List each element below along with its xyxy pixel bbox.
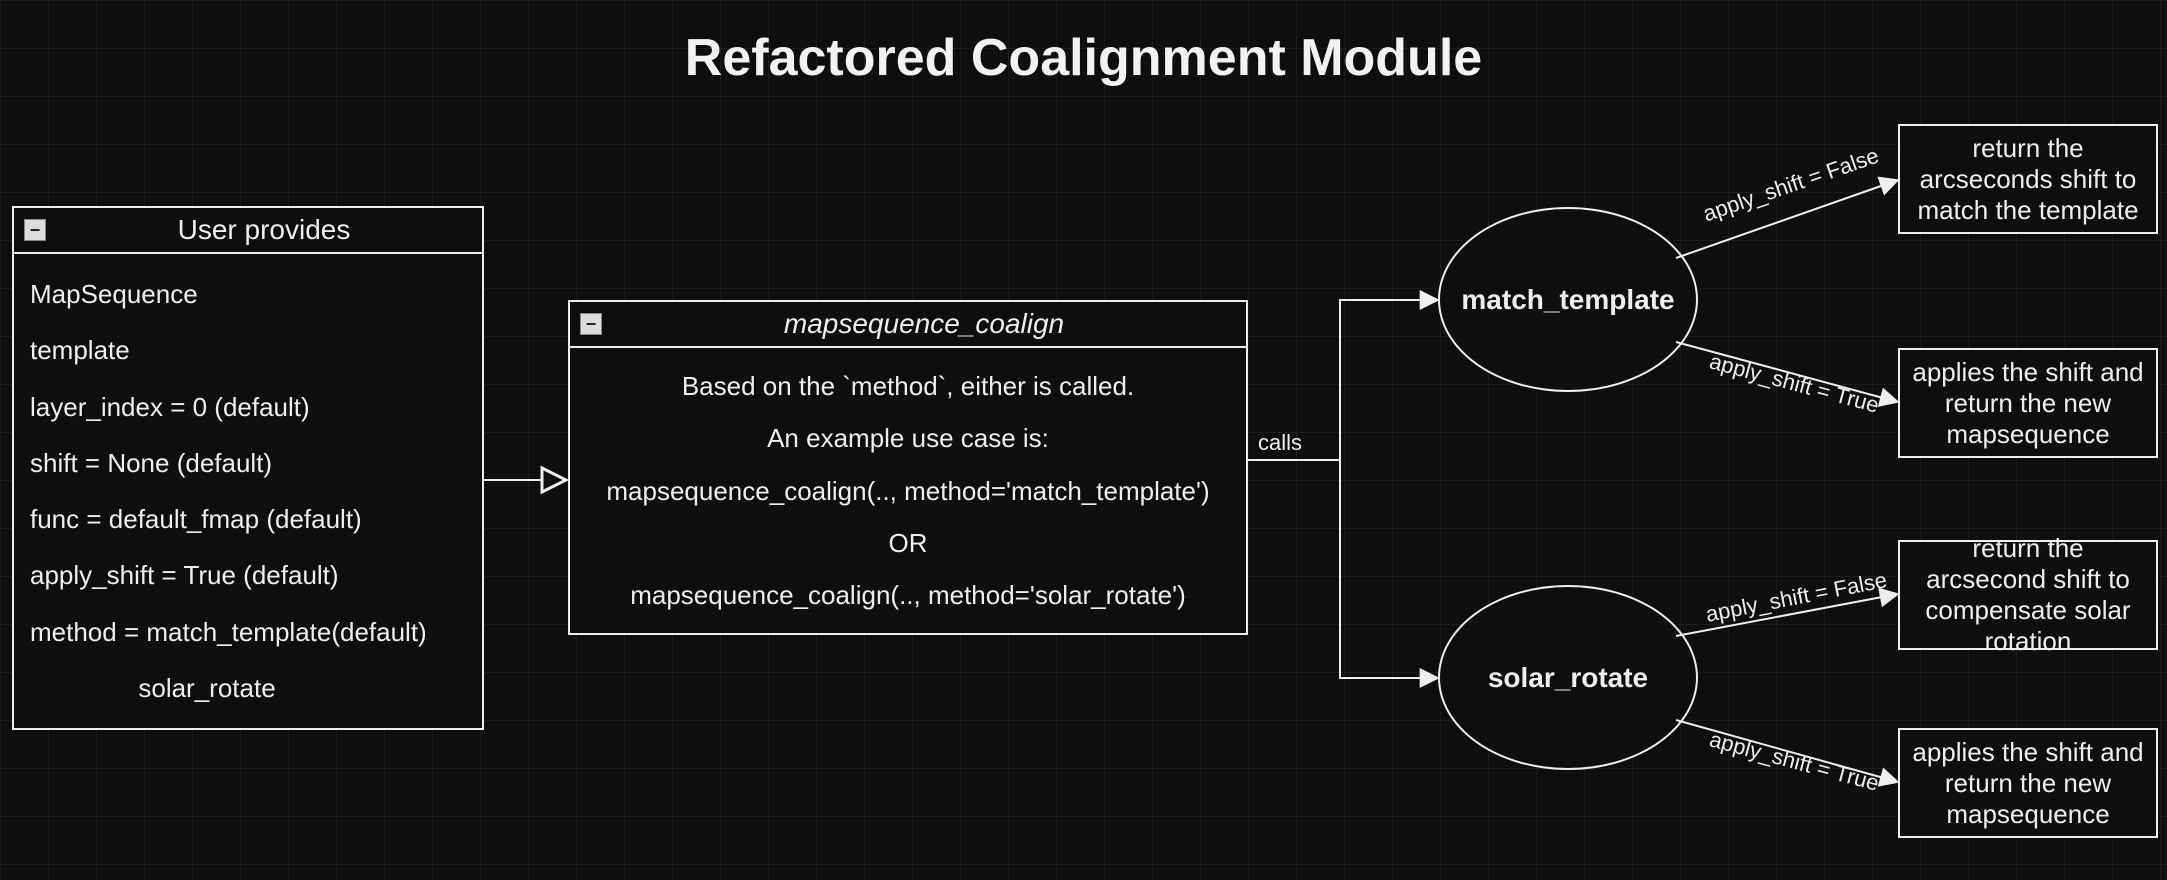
arg-layer-index: layer_index = 0 (default) — [30, 379, 466, 435]
collapse-icon[interactable]: − — [24, 219, 46, 241]
calls-label: calls — [1258, 430, 1302, 456]
mapsequence-coalign-header: − mapsequence_coalign — [570, 302, 1246, 348]
user-provides-header: − User provides — [14, 208, 482, 254]
mt-false-text: return the arcseconds shift to match the… — [1912, 133, 2144, 226]
mapsequence-coalign-title: mapsequence_coalign — [612, 308, 1236, 340]
mt-false-label: apply_shift = False — [1700, 143, 1882, 228]
sr-false-text: return the arcsecond shift to compensate… — [1912, 533, 2144, 657]
arg-template: template — [30, 322, 466, 378]
arg-mapsequence: MapSequence — [30, 266, 466, 322]
match-template-label: match_template — [1461, 284, 1674, 316]
arg-func: func = default_fmap (default) — [30, 491, 466, 547]
line-call1: mapsequence_coalign(.., method='match_te… — [586, 465, 1230, 517]
arg-method-1: method = match_template(default) — [30, 604, 466, 660]
match-template-node: match_template — [1438, 207, 1698, 392]
mt-false-terminal: return the arcseconds shift to match the… — [1898, 124, 2158, 234]
solar-rotate-label: solar_rotate — [1488, 662, 1648, 694]
line-desc: Based on the `method`, either is called. — [586, 360, 1230, 412]
edge-func-to-solar — [1248, 460, 1438, 678]
collapse-icon[interactable]: − — [580, 313, 602, 335]
line-or: OR — [586, 517, 1230, 569]
mapsequence-coalign-node: − mapsequence_coalign Based on the `meth… — [568, 300, 1248, 635]
sr-false-terminal: return the arcsecond shift to compensate… — [1898, 540, 2158, 650]
mt-true-label: apply_shift = True — [1707, 348, 1882, 418]
solar-rotate-node: solar_rotate — [1438, 585, 1698, 770]
line-ex: An example use case is: — [586, 412, 1230, 464]
mt-true-terminal: applies the shift and return the new map… — [1898, 348, 2158, 458]
sr-true-terminal: applies the shift and return the new map… — [1898, 728, 2158, 838]
arg-shift: shift = None (default) — [30, 435, 466, 491]
diagram-title: Refactored Coalignment Module — [0, 28, 2167, 88]
diagram-stage: Refactored Coalignment Module − User pro… — [0, 0, 2167, 880]
mt-true-text: applies the shift and return the new map… — [1912, 357, 2144, 450]
sr-false-label: apply_shift = False — [1704, 567, 1890, 628]
mapsequence-coalign-body: Based on the `method`, either is called.… — [570, 348, 1246, 633]
user-provides-body: MapSequence template layer_index = 0 (de… — [14, 254, 482, 728]
arg-apply-shift: apply_shift = True (default) — [30, 547, 466, 603]
sr-true-text: applies the shift and return the new map… — [1912, 737, 2144, 830]
arg-method-2: solar_rotate — [30, 660, 466, 716]
user-provides-node: − User provides MapSequence template lay… — [12, 206, 484, 730]
user-provides-title: User provides — [56, 214, 472, 246]
line-call2: mapsequence_coalign(.., method='solar_ro… — [586, 569, 1230, 621]
sr-true-label: apply_shift = True — [1707, 726, 1882, 796]
